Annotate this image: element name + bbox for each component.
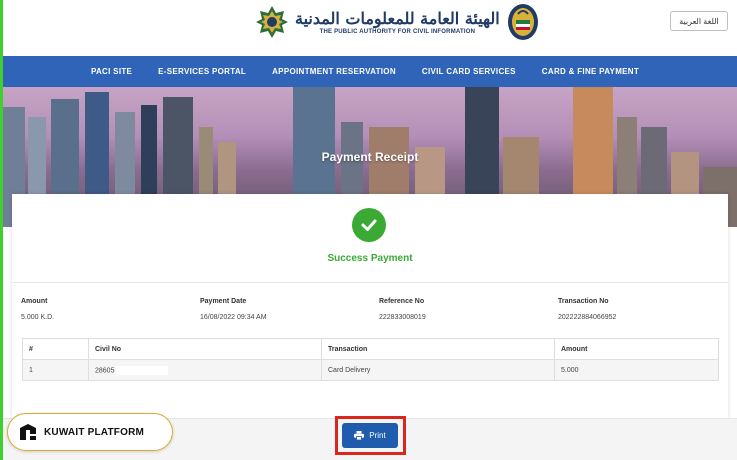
reference-value: 222833008019 <box>379 314 426 321</box>
kuwait-platform-badge: KUWAIT PLATFORM <box>7 413 173 451</box>
nav-item-paci-site[interactable]: PACI SITE <box>91 67 132 76</box>
left-edge-strip <box>0 0 3 460</box>
row-civil-no: 28605 <box>88 359 322 381</box>
site-header: الهيئة العامة للمعلومات المدنية THE PUBL… <box>0 0 737 56</box>
transaction-value: 202222884066952 <box>558 314 617 321</box>
nav-item-appointment-reservation[interactable]: APPOINTMENT RESERVATION <box>272 67 396 76</box>
print-label: Print <box>369 431 386 440</box>
page-title: Payment Receipt <box>321 150 419 164</box>
amount-info: Amount 5.000 K.D. <box>21 298 54 321</box>
table-header-amount: Amount <box>554 338 719 360</box>
logo-english-text: THE PUBLIC AUTHORITY FOR CIVIL INFORMATI… <box>319 29 476 35</box>
redaction-box <box>116 365 169 375</box>
printer-icon <box>354 431 365 440</box>
emblem-icon <box>256 6 288 38</box>
paci-logo[interactable]: الهيئة العامة للمعلومات المدنية THE PUBL… <box>255 2 540 42</box>
reference-info: Reference No 222833008019 <box>379 298 426 321</box>
table-header-row: # Civil No Transaction Amount <box>22 338 719 360</box>
row-transaction: Card Delivery <box>321 359 555 381</box>
nav-item-e-services-portal[interactable]: E-SERVICES PORTAL <box>158 67 246 76</box>
payment-date-label: Payment Date <box>200 298 247 305</box>
print-button[interactable]: Print <box>342 423 398 448</box>
table-header-index: # <box>22 338 89 360</box>
row-index: 1 <box>22 359 89 381</box>
civil-no-value: 28605 <box>95 366 115 374</box>
nav-item-card-fine-payment[interactable]: CARD & FINE PAYMENT <box>542 67 639 76</box>
transaction-label: Transaction No <box>558 298 609 305</box>
success-check-icon <box>352 208 386 242</box>
reference-label: Reference No <box>379 298 425 305</box>
table-row: 1 28605 Card Delivery 5.000 <box>22 359 719 381</box>
success-payment-text: Success Payment <box>327 253 413 264</box>
amount-label: Amount <box>21 298 48 305</box>
transaction-info: Transaction No 202222884066952 <box>558 298 616 321</box>
kuwait-emblem-icon <box>507 4 538 40</box>
receipt-table: # Civil No Transaction Amount 1 28605 Ca… <box>22 338 719 381</box>
payment-date-info: Payment Date 16/08/2022 09:34 AM <box>200 298 267 321</box>
main-nav: PACI SITE E-SERVICES PORTAL APPOINTMENT … <box>3 56 737 87</box>
kuwait-platform-logo-icon <box>20 424 36 440</box>
logo-arabic-text: الهيئة العامة للمعلومات المدنية <box>295 9 500 28</box>
nav-item-civil-card-services[interactable]: CIVIL CARD SERVICES <box>422 67 516 76</box>
badge-text: KUWAIT PLATFORM <box>44 426 145 438</box>
table-header-civil-no: Civil No <box>88 338 322 360</box>
payment-date-value: 16/08/2022 09:34 AM <box>200 314 267 321</box>
table-header-transaction: Transaction <box>321 338 555 360</box>
language-toggle-button[interactable]: اللغة العربية <box>670 11 728 31</box>
payment-receipt-card: Success Payment Amount 5.000 K.D. Paymen… <box>12 194 728 418</box>
divider <box>12 282 728 283</box>
row-amount: 5.000 <box>554 359 719 381</box>
amount-value: 5.000 K.D. <box>21 314 55 321</box>
